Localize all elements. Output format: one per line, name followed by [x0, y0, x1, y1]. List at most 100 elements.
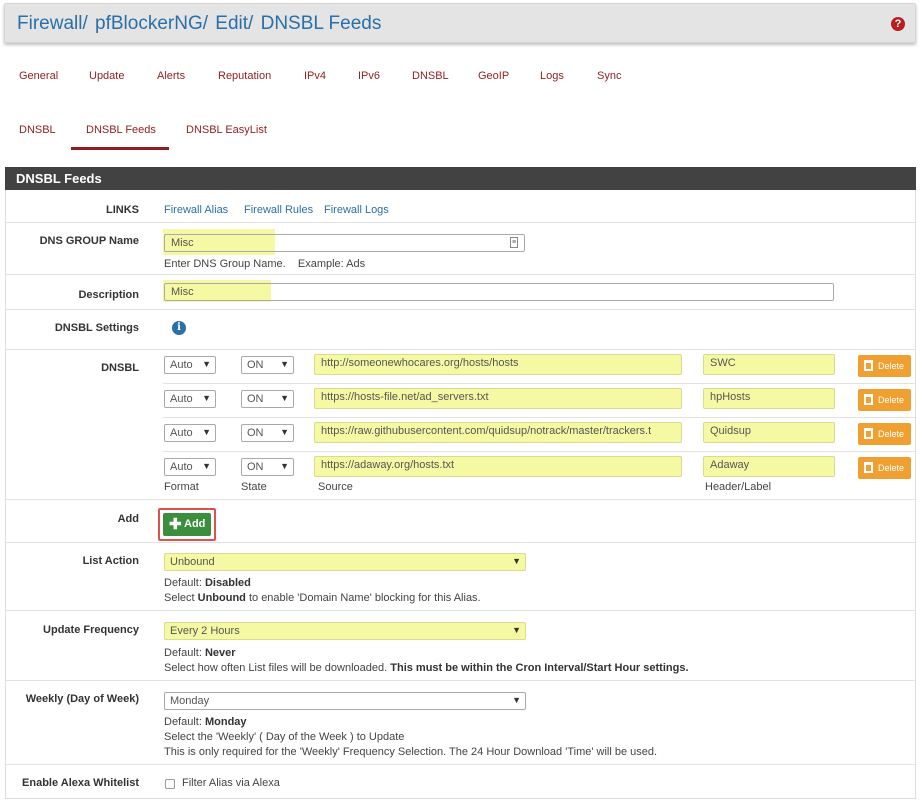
- dnsbl-feeds-panel: DNSBL Feeds LINKS Firewall Alias Firewal…: [5, 167, 916, 799]
- firewall-rules-link[interactable]: Firewall Rules: [244, 204, 313, 216]
- chevron-down-icon: ▼: [202, 393, 211, 403]
- list-action-label: List Action: [82, 555, 139, 567]
- header-input[interactable]: Adaway: [703, 456, 835, 477]
- links-label: LINKS: [106, 204, 139, 216]
- dns-group-value: Misc: [171, 237, 194, 249]
- weekly-label: Weekly (Day of Week): [25, 693, 139, 705]
- state-select[interactable]: ON ▼: [241, 356, 294, 374]
- source-input[interactable]: https://adaway.org/hosts.txt: [314, 456, 682, 477]
- help-icon[interactable]: ?: [891, 17, 905, 31]
- row-divider: [6, 309, 915, 310]
- breadcrumb-bar: Firewall/ pfBlockerNG/ Edit/ DNSBL Feeds…: [4, 3, 916, 43]
- firewall-alias-link[interactable]: Firewall Alias: [164, 204, 228, 216]
- format-select[interactable]: Auto ▼: [164, 356, 216, 374]
- breadcrumb-current: DNSBL Feeds: [260, 13, 382, 34]
- plus-icon: ✚: [169, 516, 182, 533]
- description-label: Description: [78, 289, 139, 301]
- breadcrumb-separator: /: [248, 13, 254, 34]
- header-input[interactable]: Quidsup: [703, 422, 835, 443]
- trash-icon: [864, 428, 873, 439]
- source-input[interactable]: https://raw.githubusercontent.com/quidsu…: [314, 422, 682, 443]
- dns-group-label: DNS GROUP Name: [39, 235, 139, 247]
- delete-button[interactable]: Delete: [858, 457, 911, 479]
- delete-button[interactable]: Delete: [858, 423, 911, 445]
- list-action-default: Default: Disabled: [164, 577, 251, 589]
- weekly-default: Default: Monday: [164, 716, 247, 728]
- chevron-down-icon: ▼: [512, 556, 521, 566]
- chevron-down-icon: ▼: [512, 695, 521, 705]
- row-divider: [6, 222, 915, 223]
- row-divider: [6, 542, 915, 543]
- chevron-down-icon: ▼: [280, 461, 289, 471]
- format-select[interactable]: Auto ▼: [164, 390, 216, 408]
- source-input[interactable]: https://hosts-file.net/ad_servers.txt: [314, 388, 682, 409]
- dns-group-help: Enter DNS Group Name. Example: Ads: [164, 258, 366, 270]
- trash-icon: [864, 394, 873, 405]
- tab-general[interactable]: General: [19, 70, 58, 82]
- list-action-select[interactable]: Unbound ▼: [164, 553, 526, 571]
- list-action-help: Select Unbound to enable 'Domain Name' b…: [164, 592, 481, 604]
- row-divider: [6, 499, 915, 500]
- row-divider: [6, 610, 915, 611]
- alexa-label: Enable Alexa Whitelist: [22, 777, 139, 789]
- breadcrumb-edit[interactable]: Edit: [215, 13, 248, 34]
- breadcrumb: Firewall/ pfBlockerNG/ Edit/ DNSBL Feeds: [17, 13, 381, 35]
- header-column-label: Header/Label: [705, 481, 772, 493]
- description-input[interactable]: Misc: [164, 283, 834, 301]
- header-input[interactable]: hpHosts: [703, 388, 835, 409]
- state-select[interactable]: ON ▼: [241, 424, 294, 442]
- row-divider: [6, 764, 915, 765]
- update-frequency-label: Update Frequency: [43, 624, 139, 636]
- state-column-label: State: [241, 481, 267, 493]
- format-select[interactable]: Auto ▼: [164, 458, 216, 476]
- format-select[interactable]: Auto ▼: [164, 424, 216, 442]
- tab-sync[interactable]: Sync: [597, 70, 621, 82]
- chevron-down-icon: ▼: [202, 461, 211, 471]
- breadcrumb-firewall[interactable]: Firewall: [17, 13, 82, 34]
- breadcrumb-separator: /: [202, 13, 208, 34]
- header-input[interactable]: SWC: [703, 354, 835, 375]
- add-button-highlight: ✚ Add: [158, 508, 216, 541]
- source-column-label: Source: [318, 481, 353, 493]
- weekly-select[interactable]: Monday ▼: [164, 692, 526, 710]
- tab-geoip[interactable]: GeoIP: [478, 70, 509, 82]
- tab-ipv4[interactable]: IPv4: [304, 70, 326, 82]
- tab-reputation[interactable]: Reputation: [218, 70, 271, 82]
- alexa-checkbox[interactable]: [165, 779, 175, 789]
- chevron-down-icon: ▼: [202, 359, 211, 369]
- tab-logs[interactable]: Logs: [540, 70, 564, 82]
- row-divider: [163, 451, 915, 452]
- tab-alerts[interactable]: Alerts: [157, 70, 185, 82]
- tab-update[interactable]: Update: [89, 70, 124, 82]
- row-divider: [6, 680, 915, 681]
- breadcrumb-separator: /: [82, 13, 88, 34]
- alexa-checkbox-label[interactable]: Filter Alias via Alexa: [182, 777, 280, 789]
- dns-group-input[interactable]: Misc ≡: [164, 234, 525, 252]
- chevron-down-icon: ▼: [512, 625, 521, 635]
- weekly-help-2: This is only required for the 'Weekly' F…: [164, 746, 658, 758]
- subtab-dnsbl-feeds[interactable]: DNSBL Feeds: [86, 124, 156, 136]
- panel-title: DNSBL Feeds: [5, 167, 916, 190]
- row-divider: [6, 274, 915, 275]
- subtab-dnsbl[interactable]: DNSBL: [19, 124, 56, 136]
- add-label: Add: [117, 513, 139, 525]
- firewall-logs-link[interactable]: Firewall Logs: [324, 204, 389, 216]
- info-icon[interactable]: i: [172, 321, 186, 335]
- tab-ipv6[interactable]: IPv6: [358, 70, 380, 82]
- form-fill-icon: ≡: [510, 237, 518, 248]
- chevron-down-icon: ▼: [280, 393, 289, 403]
- chevron-down-icon: ▼: [202, 427, 211, 437]
- delete-button[interactable]: Delete: [858, 355, 911, 377]
- update-frequency-default: Default: Never: [164, 647, 236, 659]
- add-button[interactable]: ✚ Add: [163, 513, 211, 536]
- update-frequency-select[interactable]: Every 2 Hours ▼: [164, 622, 526, 640]
- subtab-dnsbl-easylist[interactable]: DNSBL EasyList: [186, 124, 267, 136]
- dnsbl-settings-label: DNSBL Settings: [54, 322, 139, 334]
- source-input[interactable]: http://someonewhocares.org/hosts/hosts: [314, 354, 682, 375]
- state-select[interactable]: ON ▼: [241, 458, 294, 476]
- delete-button[interactable]: Delete: [858, 389, 911, 411]
- state-select[interactable]: ON ▼: [241, 390, 294, 408]
- chevron-down-icon: ▼: [280, 359, 289, 369]
- breadcrumb-pfblockerng[interactable]: pfBlockerNG: [95, 13, 203, 34]
- tab-dnsbl[interactable]: DNSBL: [412, 70, 449, 82]
